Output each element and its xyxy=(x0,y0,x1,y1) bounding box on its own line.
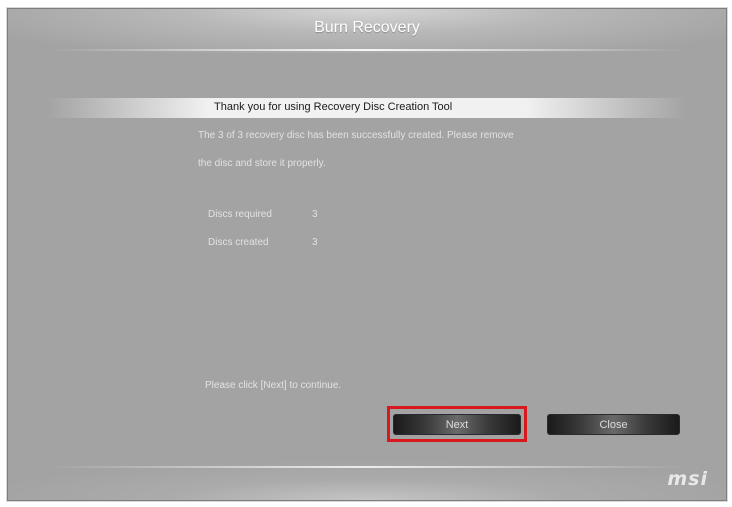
content-heading: Thank you for using Recovery Disc Creati… xyxy=(214,101,453,113)
footer-bar: msi xyxy=(8,460,726,500)
burn-recovery-window: Burn Recovery Thank you for using Recove… xyxy=(7,8,727,501)
discs-required-row: Discs required 3 xyxy=(208,209,318,220)
msi-logo: msi xyxy=(667,468,708,490)
window-title: Burn Recovery xyxy=(314,19,420,36)
success-message-line-2: the disc and store it properly. xyxy=(198,158,326,169)
discs-created-label: Discs created xyxy=(208,237,269,248)
discs-created-row: Discs created 3 xyxy=(208,237,318,248)
discs-required-value: 3 xyxy=(312,209,318,220)
next-button[interactable]: Next xyxy=(393,414,521,435)
close-button[interactable]: Close xyxy=(547,414,680,435)
title-bar: Burn Recovery xyxy=(8,9,726,53)
discs-created-value: 3 xyxy=(312,237,318,248)
continue-prompt: Please click [Next] to continue. xyxy=(205,380,342,391)
discs-required-label: Discs required xyxy=(208,209,272,220)
success-message-line-1: The 3 of 3 recovery disc has been succes… xyxy=(198,130,514,141)
